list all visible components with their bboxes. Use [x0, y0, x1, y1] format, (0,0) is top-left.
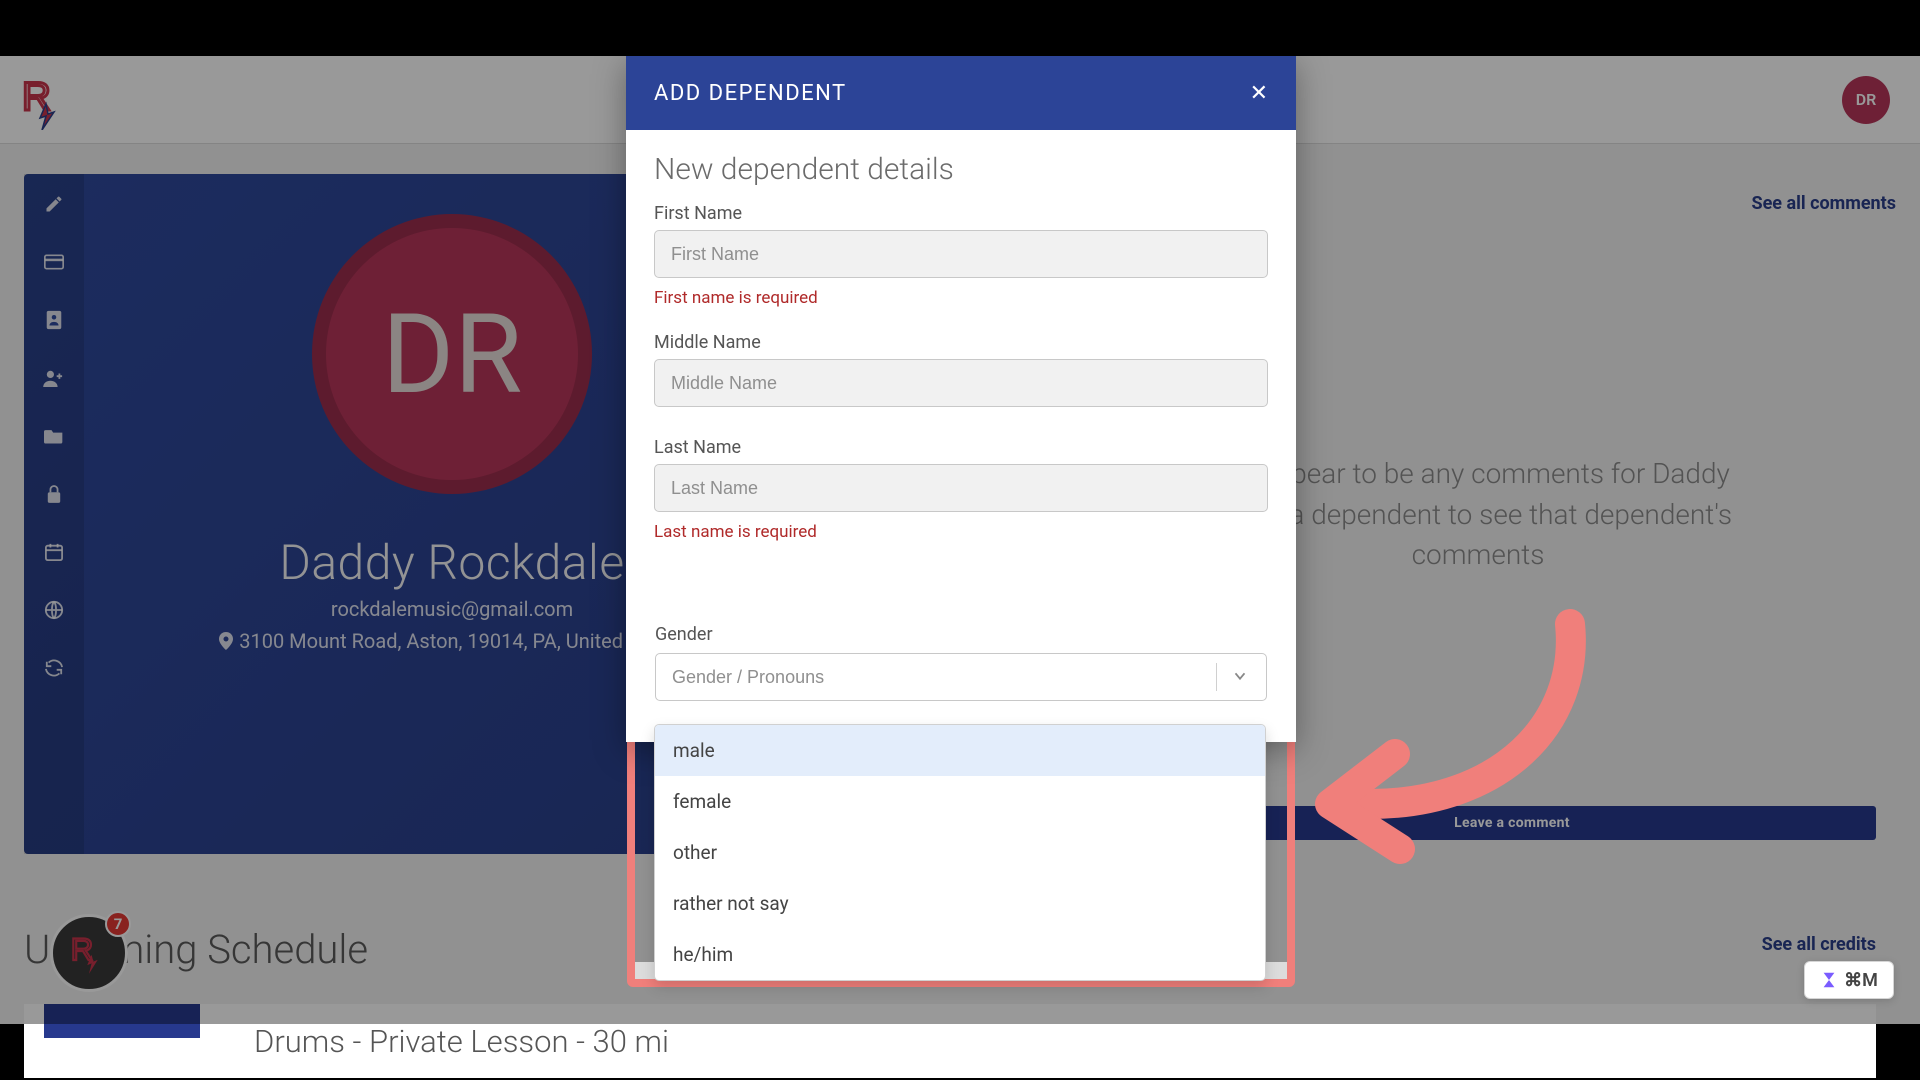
middle-name-input[interactable] [654, 359, 1268, 407]
contact-icon[interactable] [42, 308, 66, 332]
avatar-initials: DR [382, 290, 522, 419]
last-name-label: Last Name [654, 437, 1268, 458]
profile-sidebar [24, 174, 84, 854]
first-name-error: First name is required [654, 288, 1268, 308]
modal-header: ADD DEPENDENT ✕ [626, 56, 1296, 130]
see-all-comments-link[interactable]: See all comments [1751, 193, 1896, 214]
profile-email: rockdalemusic@gmail.com [331, 597, 573, 621]
see-all-credits-link[interactable]: See all credits [1762, 934, 1876, 955]
gender-option-he-him[interactable]: he/him [655, 929, 1265, 980]
chevron-down-icon[interactable] [1231, 667, 1249, 685]
tutorial-arrow-icon [1300, 604, 1600, 864]
profile-address: 3100 Mount Road, Aston, 19014, PA, Unite… [219, 629, 685, 653]
gender-option-male[interactable]: male [655, 725, 1265, 776]
edit-icon[interactable] [42, 192, 66, 216]
gender-dropdown: male female other rather not say he/him [626, 724, 1294, 981]
map-pin-icon [219, 632, 233, 650]
address-text: 3100 Mount Road, Aston, 19014, PA, Unite… [239, 629, 685, 653]
gender-option-female[interactable]: female [655, 776, 1265, 827]
profile-avatar: DR [312, 214, 592, 494]
first-name-label: First Name [654, 203, 1268, 224]
add-user-icon[interactable] [42, 366, 66, 390]
gender-label: Gender [655, 624, 1267, 645]
keyboard-shortcut-chip[interactable]: ⌘M [1804, 961, 1894, 999]
gender-option-rather-not-say[interactable]: rather not say [655, 878, 1265, 929]
gender-select[interactable] [655, 653, 1267, 701]
modal-section-title: New dependent details [654, 152, 1268, 187]
help-notification-badge: 7 [105, 911, 131, 937]
help-bubble-button[interactable]: R 7 [50, 914, 128, 992]
modal-title: ADD DEPENDENT [654, 81, 847, 106]
globe-icon[interactable] [42, 598, 66, 622]
last-name-error: Last name is required [654, 522, 1268, 542]
refresh-icon[interactable] [42, 656, 66, 680]
hourglass-icon [1820, 971, 1838, 989]
folder-icon[interactable] [42, 424, 66, 448]
profile-name: Daddy Rockdale [279, 534, 624, 591]
shortcut-label: ⌘M [1844, 970, 1878, 991]
app-logo[interactable]: R [12, 65, 70, 135]
lock-icon[interactable] [42, 482, 66, 506]
schedule-item-title: Drums - Private Lesson - 30 mi [254, 1023, 669, 1060]
select-divider [1216, 663, 1217, 691]
calendar-icon[interactable] [42, 540, 66, 564]
user-avatar[interactable]: DR [1842, 76, 1890, 124]
gender-area: Gender [635, 612, 1287, 722]
user-initials: DR [1856, 90, 1877, 109]
schedule-item[interactable]: Drums - Private Lesson - 30 mi [24, 1004, 1876, 1078]
middle-name-label: Middle Name [654, 332, 1268, 353]
gender-option-other[interactable]: other [655, 827, 1265, 878]
credit-card-icon[interactable] [42, 250, 66, 274]
first-name-input[interactable] [654, 230, 1268, 278]
schedule-item-badge [44, 1004, 200, 1038]
last-name-input[interactable] [654, 464, 1268, 512]
modal-close-button[interactable]: ✕ [1250, 81, 1268, 106]
